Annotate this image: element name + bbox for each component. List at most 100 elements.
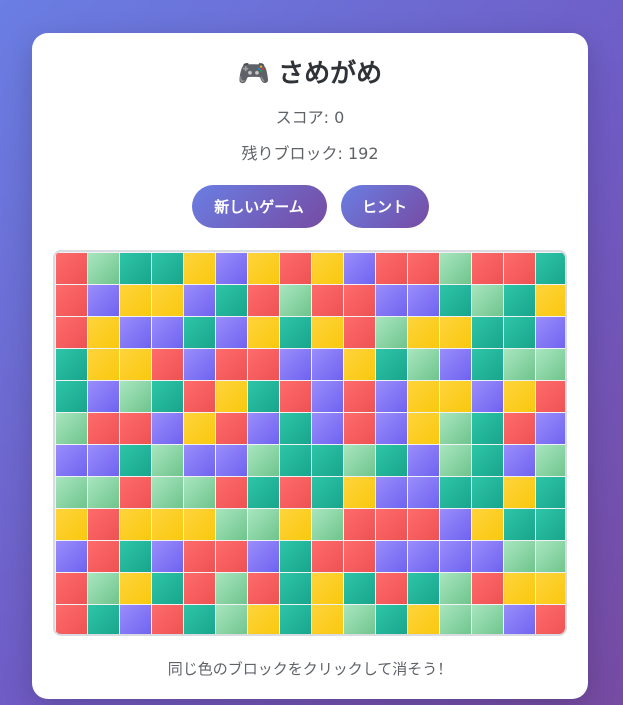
block-purple[interactable] — [88, 381, 119, 412]
block-teal[interactable] — [504, 285, 535, 316]
block-yellow[interactable] — [248, 317, 279, 348]
block-yellow[interactable] — [440, 317, 471, 348]
block-yellow[interactable] — [504, 381, 535, 412]
block-red[interactable] — [536, 381, 565, 412]
block-yellow[interactable] — [120, 285, 151, 316]
block-purple[interactable] — [56, 445, 87, 476]
block-yellow[interactable] — [408, 317, 439, 348]
block-purple[interactable] — [120, 605, 151, 634]
block-purple[interactable] — [408, 285, 439, 316]
block-green[interactable] — [88, 573, 119, 604]
block-yellow[interactable] — [184, 413, 215, 444]
block-purple[interactable] — [184, 445, 215, 476]
block-purple[interactable] — [184, 285, 215, 316]
block-teal[interactable] — [504, 317, 535, 348]
block-purple[interactable] — [248, 541, 279, 572]
block-green[interactable] — [440, 573, 471, 604]
block-red[interactable] — [56, 573, 87, 604]
block-red[interactable] — [408, 509, 439, 540]
block-teal[interactable] — [472, 349, 503, 380]
block-yellow[interactable] — [248, 253, 279, 284]
block-teal[interactable] — [472, 317, 503, 348]
block-teal[interactable] — [312, 477, 343, 508]
block-yellow[interactable] — [184, 253, 215, 284]
block-green[interactable] — [504, 349, 535, 380]
block-red[interactable] — [408, 253, 439, 284]
block-purple[interactable] — [440, 349, 471, 380]
new-game-button[interactable]: 新しいゲーム — [191, 185, 327, 228]
block-red[interactable] — [312, 285, 343, 316]
block-teal[interactable] — [440, 285, 471, 316]
block-red[interactable] — [216, 413, 247, 444]
block-red[interactable] — [152, 349, 183, 380]
block-teal[interactable] — [248, 477, 279, 508]
block-yellow[interactable] — [536, 573, 565, 604]
block-purple[interactable] — [216, 317, 247, 348]
block-red[interactable] — [376, 253, 407, 284]
block-teal[interactable] — [376, 445, 407, 476]
block-teal[interactable] — [120, 253, 151, 284]
hint-button[interactable]: ヒント — [340, 185, 429, 228]
block-green[interactable] — [152, 477, 183, 508]
block-red[interactable] — [216, 477, 247, 508]
block-yellow[interactable] — [88, 317, 119, 348]
block-purple[interactable] — [184, 349, 215, 380]
block-red[interactable] — [280, 381, 311, 412]
block-red[interactable] — [88, 413, 119, 444]
block-purple[interactable] — [344, 253, 375, 284]
block-teal[interactable] — [536, 509, 565, 540]
block-purple[interactable] — [376, 381, 407, 412]
block-teal[interactable] — [312, 445, 343, 476]
block-teal[interactable] — [120, 445, 151, 476]
block-purple[interactable] — [472, 381, 503, 412]
block-red[interactable] — [472, 253, 503, 284]
block-red[interactable] — [376, 509, 407, 540]
block-purple[interactable] — [88, 445, 119, 476]
block-red[interactable] — [344, 381, 375, 412]
block-red[interactable] — [56, 285, 87, 316]
block-teal[interactable] — [280, 573, 311, 604]
block-yellow[interactable] — [312, 605, 343, 634]
block-red[interactable] — [56, 317, 87, 348]
block-green[interactable] — [248, 445, 279, 476]
block-green[interactable] — [280, 285, 311, 316]
block-green[interactable] — [152, 445, 183, 476]
block-red[interactable] — [120, 413, 151, 444]
block-purple[interactable] — [216, 253, 247, 284]
block-purple[interactable] — [152, 317, 183, 348]
block-purple[interactable] — [408, 477, 439, 508]
block-teal[interactable] — [408, 573, 439, 604]
block-yellow[interactable] — [184, 509, 215, 540]
block-green[interactable] — [408, 349, 439, 380]
block-red[interactable] — [216, 349, 247, 380]
block-yellow[interactable] — [248, 605, 279, 634]
block-green[interactable] — [248, 509, 279, 540]
block-green[interactable] — [56, 477, 87, 508]
block-teal[interactable] — [536, 477, 565, 508]
block-green[interactable] — [440, 445, 471, 476]
block-purple[interactable] — [312, 349, 343, 380]
block-green[interactable] — [216, 573, 247, 604]
block-purple[interactable] — [504, 445, 535, 476]
block-purple[interactable] — [376, 477, 407, 508]
block-teal[interactable] — [248, 381, 279, 412]
block-green[interactable] — [440, 413, 471, 444]
block-purple[interactable] — [312, 413, 343, 444]
block-green[interactable] — [472, 285, 503, 316]
block-red[interactable] — [344, 317, 375, 348]
block-red[interactable] — [312, 541, 343, 572]
block-yellow[interactable] — [408, 381, 439, 412]
block-green[interactable] — [472, 605, 503, 634]
block-red[interactable] — [248, 573, 279, 604]
block-teal[interactable] — [472, 413, 503, 444]
block-teal[interactable] — [280, 413, 311, 444]
block-yellow[interactable] — [536, 285, 565, 316]
block-green[interactable] — [440, 253, 471, 284]
block-purple[interactable] — [56, 541, 87, 572]
block-yellow[interactable] — [472, 509, 503, 540]
block-yellow[interactable] — [408, 605, 439, 634]
block-red[interactable] — [280, 477, 311, 508]
block-yellow[interactable] — [152, 509, 183, 540]
block-red[interactable] — [56, 605, 87, 634]
block-green[interactable] — [88, 253, 119, 284]
